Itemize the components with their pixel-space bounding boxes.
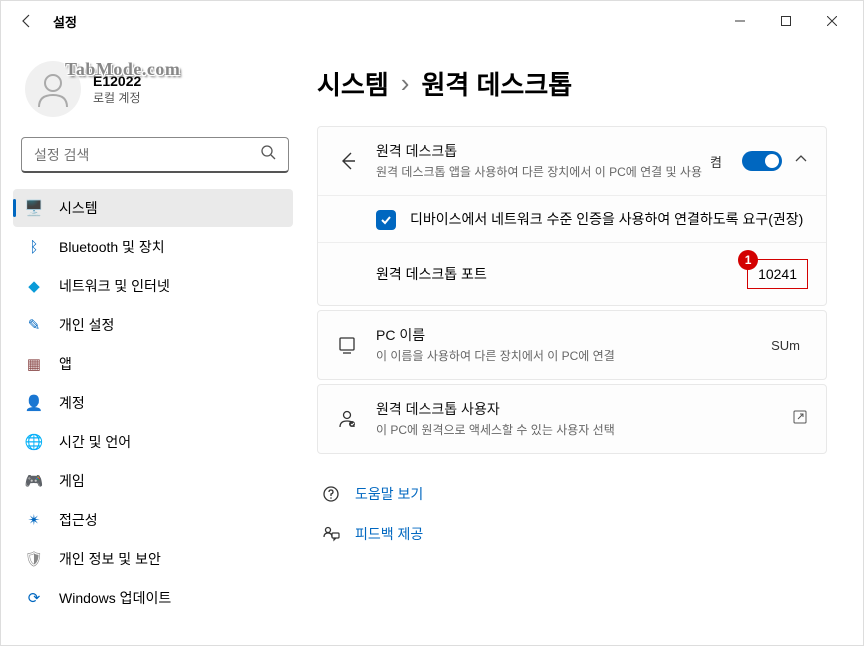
nav-icon: ✎ [25,316,43,334]
avatar [25,61,81,117]
users-desc: 이 PC에 원격으로 액세스할 수 있는 사용자 선택 [376,421,792,439]
close-button[interactable] [809,3,855,39]
nav-label: Windows 업데이트 [59,588,171,608]
pcname-value: SUm [771,338,800,353]
nav-icon: ⟳ [25,589,43,607]
nav-label: 게임 [59,471,85,491]
back-button[interactable] [9,3,45,39]
search-box[interactable] [21,137,289,173]
sidebar-item-8[interactable]: ✴ 접근성 [13,501,293,539]
sidebar-item-5[interactable]: 👤 계정 [13,384,293,422]
nav-icon: 🛡 [25,550,43,568]
user-section[interactable]: E12022 로컬 계정 TabMode.com [13,53,301,133]
search-icon [260,144,276,165]
remote-desktop-card: 원격 데스크톱 원격 데스크톱 앱을 사용하여 다른 장치에서 이 PC에 연결… [317,126,827,306]
pc-icon [336,335,358,355]
pcname-desc: 이 이름을 사용하여 다른 장치에서 이 PC에 연결 [376,347,771,365]
toggle-label: 켬 [710,152,722,171]
main-content: 시스템 › 원격 데스크톱 원격 데스크톱 원격 데스크톱 앱을 사용하여 다른… [301,41,863,645]
pc-name-card[interactable]: PC 이름 이 이름을 사용하여 다른 장치에서 이 PC에 연결 SUm [317,310,827,380]
feedback-icon [321,525,341,543]
nla-checkbox[interactable] [376,210,396,230]
sidebar-item-4[interactable]: ▦앱 [13,345,293,383]
nav-icon: 🌐 [25,433,43,451]
users-card[interactable]: 원격 데스크톱 사용자 이 PC에 원격으로 액세스할 수 있는 사용자 선택 [317,384,827,454]
breadcrumb-current: 원격 데스크톱 [421,65,572,102]
nav-label: Bluetooth 및 장치 [59,237,165,257]
sidebar-item-0[interactable]: 🖥️ 시스템 [13,189,293,227]
nav-label: 접근성 [59,510,98,530]
feedback-link[interactable]: 피드백 제공 [317,514,827,554]
sidebar-item-9[interactable]: 🛡 개인 정보 및 보안 [13,540,293,578]
external-link-icon [792,409,808,430]
user-name: E12022 [93,73,141,89]
sidebar: E12022 로컬 계정 TabMode.com 🖥️ 시스템 ᛒ Bluetooth… [1,41,301,645]
nav-label: 네트워크 및 인터넷 [59,276,170,296]
feedback-label: 피드백 제공 [355,524,423,544]
nav-icon: ▦ [25,355,43,373]
nla-row[interactable]: 디바이스에서 네트워크 수준 인증을 사용하여 연결하도록 요구(권장) [318,195,826,242]
nav-label: 앱 [59,354,72,374]
sidebar-item-3[interactable]: ✎ 개인 설정 [13,306,293,344]
nla-label: 디바이스에서 네트워크 수준 인증을 사용하여 연결하도록 요구(권장) [410,208,808,230]
nav-icon: 👤 [25,394,43,412]
breadcrumb-separator: › [401,68,410,99]
nav-icon: 🖥️ [25,199,43,217]
help-icon [321,485,341,503]
help-link[interactable]: 도움말 보기 [317,474,827,514]
sidebar-item-7[interactable]: 🎮 게임 [13,462,293,500]
search-input[interactable] [34,147,260,163]
nav-icon: ◆ [25,277,43,295]
sidebar-item-6[interactable]: 🌐 시간 및 언어 [13,423,293,461]
users-icon [336,409,358,429]
nav-icon: ✴ [25,511,43,529]
nav-label: 개인 정보 및 보안 [59,549,161,569]
breadcrumb-parent[interactable]: 시스템 [317,65,389,102]
annotation-badge-1: 1 [738,250,758,270]
titlebar: 설정 [1,1,863,41]
port-row: 원격 데스크톱 포트 1 10241 [318,242,826,305]
breadcrumb: 시스템 › 원격 데스크톱 [317,65,827,102]
sidebar-item-2[interactable]: ◆ 네트워크 및 인터넷 [13,267,293,305]
users-title: 원격 데스크톱 사용자 [376,399,792,419]
minimize-button[interactable] [717,3,763,39]
nav-icon: ᛒ [25,238,43,256]
sidebar-item-10[interactable]: ⟳ Windows 업데이트 [13,579,293,617]
port-label: 원격 데스크톱 포트 [376,263,747,285]
port-value-box: 1 10241 [747,259,808,289]
remote-title: 원격 데스크톱 [376,141,710,161]
nav-label: 개인 설정 [59,315,114,335]
nav-list: 🖥️시스템ᛒBluetooth 및 장치◆네트워크 및 인터넷✎개인 설정▦앱👤… [13,189,301,617]
nav-label: 시간 및 언어 [59,432,131,452]
remote-desktop-header[interactable]: 원격 데스크톱 원격 데스크톱 앱을 사용하여 다른 장치에서 이 PC에 연결… [318,127,826,195]
chevron-up-icon[interactable] [794,152,808,171]
remote-desktop-icon [336,151,358,171]
pcname-title: PC 이름 [376,325,771,345]
maximize-button[interactable] [763,3,809,39]
help-links: 도움말 보기 피드백 제공 [317,474,827,554]
app-title: 설정 [53,12,77,31]
remote-desc: 원격 데스크톱 앱을 사용하여 다른 장치에서 이 PC에 연결 및 사용 [376,163,710,181]
nav-label: 계정 [59,393,85,413]
remote-toggle[interactable] [742,151,782,171]
help-label: 도움말 보기 [355,484,423,504]
account-type: 로컬 계정 [93,89,141,106]
nav-label: 시스템 [59,198,98,218]
nav-icon: 🎮 [25,472,43,490]
sidebar-item-1[interactable]: ᛒ Bluetooth 및 장치 [13,228,293,266]
window-controls [717,3,855,39]
port-value: 10241 [758,266,797,282]
